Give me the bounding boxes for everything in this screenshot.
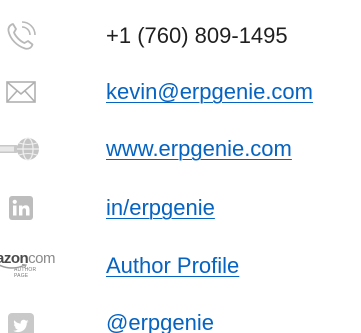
linkedin-link[interactable]: in/erpgenie <box>106 195 215 221</box>
linkedin-icon <box>0 188 42 228</box>
contact-row-phone: +1 (760) 809-1495 <box>0 16 361 56</box>
amazon-author-icon: azoncom AUTHOR PAGE <box>0 246 56 286</box>
contact-row-linkedin: in/erpgenie <box>0 188 361 228</box>
twitter-icon <box>0 303 42 333</box>
twitter-link[interactable]: @erpgenie <box>106 310 214 333</box>
amazon-author-logo: azoncom AUTHOR PAGE <box>0 250 56 282</box>
phone-icon <box>0 16 42 56</box>
author-profile-link[interactable]: Author Profile <box>106 253 239 279</box>
contact-row-email: kevin@erpgenie.com <box>0 72 361 112</box>
email-link[interactable]: kevin@erpgenie.com <box>106 79 313 105</box>
globe-key-icon <box>0 129 42 169</box>
phone-number: +1 (760) 809-1495 <box>106 23 288 48</box>
contact-row-amazon: azoncom AUTHOR PAGE Author Profile <box>0 246 361 286</box>
website-link[interactable]: www.erpgenie.com <box>106 136 292 162</box>
contact-row-website: www.erpgenie.com <box>0 129 361 169</box>
contact-row-twitter: @erpgenie <box>0 303 361 333</box>
envelope-icon <box>0 72 42 112</box>
